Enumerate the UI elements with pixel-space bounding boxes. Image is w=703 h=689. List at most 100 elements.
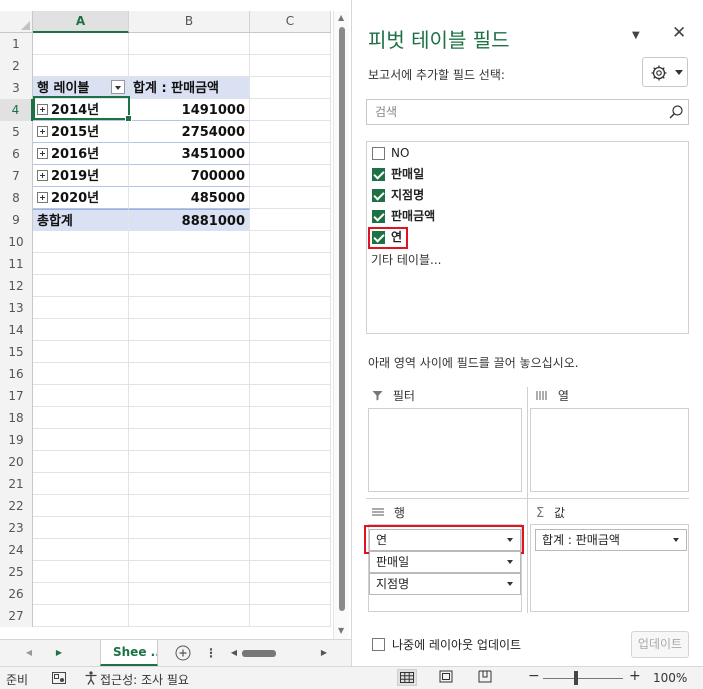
cell[interactable] [250, 605, 331, 627]
chevron-down-icon[interactable] [507, 560, 513, 564]
cell[interactable] [250, 451, 331, 473]
update-button[interactable]: 업데이트 [631, 631, 689, 658]
cell[interactable] [250, 517, 331, 539]
cell[interactable] [250, 385, 331, 407]
cell[interactable] [33, 451, 129, 473]
cell[interactable] [33, 517, 129, 539]
rows-field-chip[interactable]: 판매일 [369, 551, 521, 573]
search-icon[interactable] [668, 104, 684, 120]
macro-record-icon[interactable] [52, 672, 66, 684]
cell[interactable] [129, 363, 250, 385]
pivot-value-cell[interactable]: 2754000 [129, 121, 250, 143]
row-header[interactable]: 8 [0, 187, 33, 209]
columns-drop-zone[interactable] [530, 408, 689, 492]
cell[interactable] [129, 583, 250, 605]
cell[interactable] [33, 385, 129, 407]
zoom-slider-thumb[interactable] [574, 671, 578, 685]
search-input[interactable] [373, 103, 663, 121]
accessibility-status[interactable]: 접근성: 조사 필요 [100, 671, 189, 688]
vertical-scrollbar[interactable]: ▲ ▼ [333, 11, 349, 639]
cell[interactable] [250, 429, 331, 451]
expand-plus-icon[interactable] [37, 170, 48, 181]
rows-field-chip[interactable]: 지점명 [369, 573, 521, 595]
cell[interactable] [33, 429, 129, 451]
zoom-level[interactable]: 100% [653, 671, 687, 685]
scroll-right-icon[interactable]: ▶ [318, 640, 330, 666]
cell[interactable] [33, 539, 129, 561]
row-header[interactable]: 15 [0, 341, 33, 363]
zoom-out-icon[interactable]: − [528, 668, 540, 684]
cell[interactable] [250, 55, 331, 77]
row-header[interactable]: 14 [0, 319, 33, 341]
pivot-value-cell[interactable]: 700000 [129, 165, 250, 187]
page-layout-view-button[interactable] [437, 669, 457, 686]
pane-options-chevron-down-icon[interactable]: ▼ [632, 30, 640, 41]
pivot-value-cell[interactable]: 485000 [129, 187, 250, 209]
pivot-value-cell[interactable]: 3451000 [129, 143, 250, 165]
row-header[interactable]: 13 [0, 297, 33, 319]
more-options-icon[interactable]: ⋮ [204, 640, 218, 666]
cell[interactable] [250, 187, 331, 209]
row-header[interactable]: 3 [0, 77, 33, 99]
zoom-slider-track[interactable] [543, 678, 623, 679]
cell[interactable] [129, 407, 250, 429]
more-tables-link[interactable]: 기타 테이블... [371, 251, 441, 268]
pivot-row-label-header-cell[interactable]: 행 레이블 [33, 77, 129, 99]
cell[interactable] [250, 319, 331, 341]
chevron-down-icon[interactable] [507, 582, 513, 586]
tools-gear-button[interactable] [642, 57, 688, 87]
prev-sheet-icon[interactable]: ◀ [22, 640, 36, 666]
normal-view-button[interactable] [397, 669, 417, 686]
cell[interactable] [129, 605, 250, 627]
cell[interactable] [33, 605, 129, 627]
cell[interactable] [33, 33, 129, 55]
cell[interactable] [250, 253, 331, 275]
checked-checkbox-icon[interactable] [372, 210, 385, 223]
cell[interactable] [250, 121, 331, 143]
cell[interactable] [250, 209, 331, 231]
pivot-row-label-cell[interactable]: 2019년 [33, 165, 129, 187]
row-header[interactable]: 5 [0, 121, 33, 143]
page-break-view-button[interactable] [476, 669, 496, 686]
pivot-value-cell[interactable]: 1491000 [129, 99, 250, 121]
row-header[interactable]: 24 [0, 539, 33, 561]
cell[interactable] [33, 341, 129, 363]
cell[interactable] [129, 55, 250, 77]
cell[interactable] [129, 33, 250, 55]
row-header[interactable]: 26 [0, 583, 33, 605]
cell[interactable] [250, 341, 331, 363]
vertical-scroll-thumb[interactable] [339, 27, 345, 611]
zoom-in-icon[interactable]: + [629, 668, 641, 684]
expand-plus-icon[interactable] [37, 148, 48, 159]
row-header[interactable]: 18 [0, 407, 33, 429]
cell[interactable] [129, 319, 250, 341]
cell[interactable] [129, 275, 250, 297]
column-header-a[interactable]: A [33, 11, 129, 33]
cell[interactable] [250, 407, 331, 429]
cell[interactable] [33, 583, 129, 605]
cell[interactable] [33, 407, 129, 429]
pivot-row-label-cell[interactable]: 2020년 [33, 187, 129, 209]
next-sheet-icon[interactable]: ▶ [52, 640, 66, 666]
cell[interactable] [129, 561, 250, 583]
add-sheet-icon[interactable] [174, 640, 192, 666]
row-header[interactable]: 19 [0, 429, 33, 451]
cell[interactable] [250, 561, 331, 583]
cell[interactable] [250, 495, 331, 517]
pivot-row-label-cell[interactable]: 2014년 [33, 99, 129, 121]
filter-drop-zone[interactable] [368, 408, 522, 492]
scroll-up-icon[interactable]: ▲ [338, 13, 344, 22]
row-header[interactable]: 1 [0, 33, 33, 55]
cell[interactable] [129, 429, 250, 451]
cell[interactable] [250, 275, 331, 297]
cell[interactable] [129, 473, 250, 495]
row-header[interactable]: 22 [0, 495, 33, 517]
row-header[interactable]: 12 [0, 275, 33, 297]
row-header[interactable]: 16 [0, 363, 33, 385]
cell[interactable] [250, 231, 331, 253]
checked-checkbox-icon[interactable] [372, 168, 385, 181]
expand-plus-icon[interactable] [37, 104, 48, 115]
cell[interactable] [129, 297, 250, 319]
accessibility-icon[interactable] [84, 671, 98, 685]
cell[interactable] [129, 495, 250, 517]
